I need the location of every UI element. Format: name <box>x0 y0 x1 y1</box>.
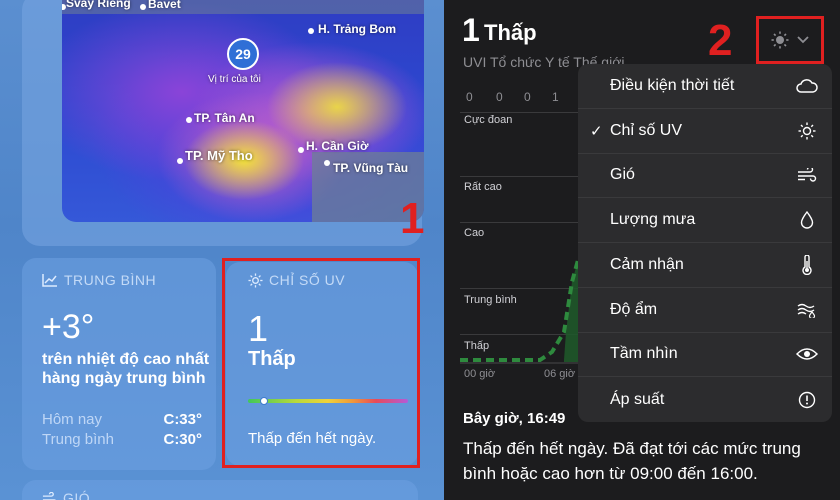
chart-x-label: 00 giờ <box>464 368 496 380</box>
drop-icon <box>796 209 818 231</box>
uv-detail-panel: 1 Thấp UVI Tổ chức Y tế Thế giới 0 0 0 1… <box>444 0 840 500</box>
map-place-label: Bavet <box>148 0 181 11</box>
cloud-icon <box>796 75 818 97</box>
average-temperature-tile[interactable]: TRUNG BÌNH +3° trên nhiệt độ cao nhất hà… <box>22 258 216 470</box>
menu-item-uv-index[interactable]: ✓ Chỉ số UV <box>578 109 832 154</box>
location-value: 29 <box>235 46 251 62</box>
average-row-value: C:33° <box>163 411 202 428</box>
average-tile-title: TRUNG BÌNH <box>64 272 157 288</box>
wind-icon <box>796 164 818 186</box>
menu-item-label: Áp suất <box>610 390 665 408</box>
menu-item-visibility[interactable]: Tầm nhìn <box>578 333 832 378</box>
annotation-number-1: 1 <box>400 194 425 243</box>
wind-icon <box>42 492 56 500</box>
average-row-today: Hôm nay C:33° <box>42 411 202 428</box>
current-time-label: Bây giờ, 16:49 <box>463 410 566 427</box>
metric-dropdown-menu: Điều kiện thời tiết ✓ Chỉ số UV Gió Lượn… <box>578 64 832 422</box>
menu-item-precipitation[interactable]: Lượng mưa <box>578 198 832 243</box>
map-dot <box>324 160 330 166</box>
wind-tile[interactable]: GIÓ <box>22 480 418 500</box>
wind-tile-title: GIÓ <box>63 490 91 500</box>
map-dot <box>298 147 304 153</box>
menu-item-label: Tầm nhìn <box>610 345 678 363</box>
menu-item-label: Gió <box>610 166 635 184</box>
average-row-normal: Trung bình C:30° <box>42 431 202 448</box>
map-dot <box>140 4 146 10</box>
my-location-caption: Vị trí của tôi <box>208 74 261 85</box>
map-place-label: H. Trảng Bom <box>318 22 397 36</box>
eye-icon <box>796 343 818 365</box>
menu-item-humidity[interactable]: Độ ẩm <box>578 288 832 333</box>
sun-icon <box>796 120 818 142</box>
menu-item-label: Chỉ số UV <box>610 121 683 139</box>
average-row-label: Trung bình <box>42 431 114 448</box>
menu-item-pressure[interactable]: Áp suất <box>578 377 832 422</box>
wind-tile-header: GIÓ <box>42 490 90 500</box>
current-description: Thấp đến hết ngày. Đã đạt tới các mức tr… <box>463 439 801 483</box>
detail-uv-value: 1 <box>462 12 480 48</box>
menu-item-conditions[interactable]: Điều kiện thời tiết <box>578 64 832 109</box>
map-dot <box>308 28 314 34</box>
uv-curve-line <box>460 259 580 362</box>
menu-item-label: Lượng mưa <box>610 211 696 229</box>
menu-item-label: Độ ẩm <box>610 300 658 318</box>
my-location-marker[interactable]: 29 <box>227 38 259 70</box>
average-row-value: C:30° <box>163 431 202 448</box>
gauge-icon <box>796 389 818 411</box>
uv-map-card[interactable]: Svay Rieng Bavet H. Trảng Bom 29 Vị trí … <box>22 0 424 246</box>
detail-uv-level: Thấp <box>484 20 537 45</box>
average-tile-header: TRUNG BÌNH <box>42 272 156 288</box>
menu-item-wind[interactable]: Gió <box>578 154 832 199</box>
map-place-label: Svay Rieng <box>66 0 131 10</box>
annotation-number-2: 2 <box>708 16 733 65</box>
map-place-label: TP. Tân An <box>194 111 255 125</box>
uv-map[interactable]: Svay Rieng Bavet H. Trảng Bom 29 Vị trí … <box>62 0 424 222</box>
chart-line-icon <box>42 274 57 287</box>
weather-left-panel: Svay Rieng Bavet H. Trảng Bom 29 Vị trí … <box>0 0 444 500</box>
average-description: trên nhiệt độ cao nhất hàng ngày trung b… <box>42 351 210 387</box>
highlight-box-2 <box>756 16 824 64</box>
menu-item-feels-like[interactable]: Cảm nhận <box>578 243 832 288</box>
average-delta-value: +3° <box>42 308 95 346</box>
humidity-icon <box>796 299 818 321</box>
map-place-label: H. Cần Giờ <box>306 139 369 153</box>
map-dot <box>186 117 192 123</box>
menu-item-label: Điều kiện thời tiết <box>610 76 735 94</box>
map-place-label: TP. Vũng Tàu <box>333 161 409 175</box>
chart-x-label: 06 giờ <box>544 368 576 380</box>
menu-item-label: Cảm nhận <box>610 255 684 273</box>
map-dot <box>177 158 183 164</box>
thermometer-icon <box>796 254 818 276</box>
checkmark-icon: ✓ <box>590 122 603 140</box>
average-row-label: Hôm nay <box>42 411 103 428</box>
map-place-label: TP. Mỹ Tho <box>185 148 253 163</box>
highlight-box-1 <box>222 258 420 468</box>
